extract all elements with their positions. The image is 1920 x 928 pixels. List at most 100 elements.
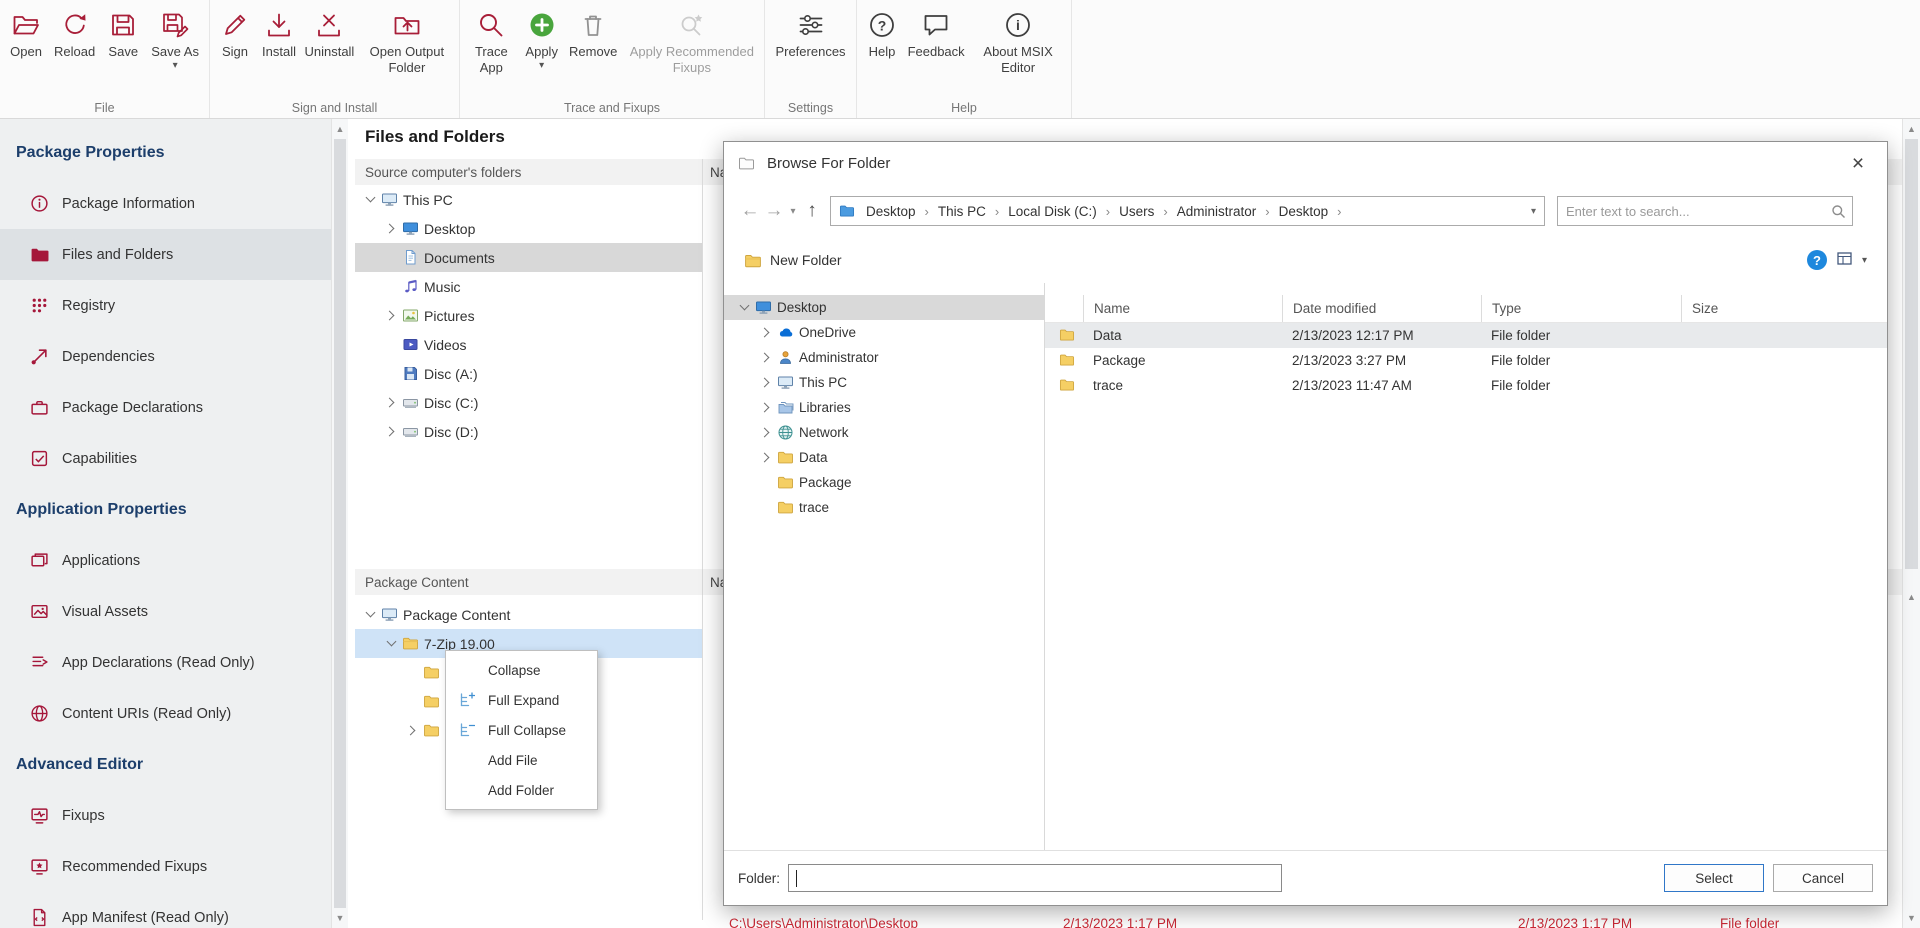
sidebar-item-dependencies[interactable]: Dependencies [0,331,331,382]
apply-recommended-fixups-button[interactable]: Apply Recommended Fixups [624,7,760,79]
sidebar-item-package-information[interactable]: Package Information [0,178,331,229]
chevron-down-icon[interactable] [736,299,753,316]
help-icon[interactable]: ? [1807,250,1827,270]
sidebar-item-app-manifest[interactable]: App Manifest (Read Only) [0,892,331,928]
view-options-caret-icon[interactable]: ▾ [1862,255,1867,266]
chevron-down-icon[interactable] [383,635,400,652]
feedback-button[interactable]: Feedback [905,7,967,62]
back-icon[interactable]: ← [738,200,762,222]
sign-button[interactable]: Sign [214,7,256,62]
scrollbar-thumb[interactable] [334,139,346,908]
size-column-header[interactable]: Size [1681,295,1887,322]
scroll-down-icon[interactable]: ▼ [332,910,348,926]
tree-item-this-pc[interactable]: This PC [355,185,702,214]
sidebar-item-capabilities[interactable]: Capabilities [0,433,331,484]
tree-item-network[interactable]: Network [724,420,1044,445]
scroll-down-icon[interactable]: ▼ [1903,910,1920,926]
sidebar-item-registry[interactable]: Registry [0,280,331,331]
up-icon[interactable]: ↑ [800,200,824,222]
sidebar-item-fixups[interactable]: Fixups [0,790,331,841]
select-button[interactable]: Select [1664,864,1764,892]
sidebar-item-package-declarations[interactable]: Package Declarations [0,382,331,433]
forward-icon[interactable]: → [762,200,786,222]
breadcrumb-item[interactable]: Local Disk (C:) [1006,204,1099,219]
tree-item-administrator[interactable]: Administrator [724,345,1044,370]
about-msix-editor-button[interactable]: i About MSIX Editor [969,7,1067,79]
list-row-data[interactable]: Data 2/13/2023 12:17 PM File folder [1045,323,1887,348]
breadcrumb-dropdown-icon[interactable]: ▾ [1531,206,1536,217]
menu-item-full-expand[interactable]: Full Expand [446,685,597,715]
tree-item-desktop[interactable]: Desktop [355,214,702,243]
breadcrumb-item[interactable]: This PC [936,204,988,219]
save-button[interactable]: Save [102,7,144,62]
list-row-package[interactable]: Package 2/13/2023 3:27 PM File folder [1045,348,1887,373]
scroll-up-icon[interactable]: ▲ [1903,121,1920,137]
sidebar-item-content-uris[interactable]: Content URIs (Read Only) [0,688,331,739]
tree-item-disc-a[interactable]: Disc (A:) [355,359,702,388]
install-button[interactable]: Install [258,7,300,62]
chevron-down-icon[interactable] [362,191,379,208]
apply-button[interactable]: Apply ▾ [521,7,563,73]
window-scrollbar[interactable]: ▲ ▲ ▼ [1902,119,1920,928]
breadcrumb-item[interactable]: Administrator [1175,204,1259,219]
menu-item-full-collapse[interactable]: Full Collapse [446,715,597,745]
cancel-button[interactable]: Cancel [1773,864,1873,892]
tree-item-package[interactable]: Package [724,470,1044,495]
open-button[interactable]: Open [5,7,47,62]
list-row-trace[interactable]: trace 2/13/2023 11:47 AM File folder [1045,373,1887,398]
chevron-right-icon[interactable] [404,722,421,739]
chevron-right-icon[interactable] [758,324,775,341]
chevron-right-icon[interactable] [758,399,775,416]
sidebar-item-files-and-folders[interactable]: Files and Folders [0,229,331,280]
tree-item-onedrive[interactable]: OneDrive [724,320,1044,345]
scroll-up-icon[interactable]: ▲ [332,121,348,137]
close-icon[interactable]: × [1843,149,1873,179]
dialog-title-bar[interactable]: Browse For Folder × [724,142,1887,185]
reload-button[interactable]: Reload [49,7,100,62]
tree-item-disc-c[interactable]: Disc (C:) [355,388,702,417]
breadcrumb[interactable]: Desktop› This PC› Local Disk (C:)› Users… [830,196,1545,226]
menu-item-add-file[interactable]: Add File [446,745,597,775]
tree-item-data[interactable]: Data [724,445,1044,470]
menu-item-collapse[interactable]: Collapse [446,655,597,685]
tree-item-music[interactable]: Music [355,272,702,301]
chevron-right-icon[interactable] [758,374,775,391]
search-box[interactable] [1557,196,1853,226]
menu-item-add-folder[interactable]: Add Folder [446,775,597,805]
search-input[interactable] [1558,197,1852,225]
chevron-down-icon[interactable]: ▾ [173,61,178,71]
sidebar-scrollbar[interactable]: ▲ ▼ [331,119,348,928]
help-button[interactable]: ? Help [861,7,903,62]
chevron-right-icon[interactable] [758,449,775,466]
chevron-right-icon[interactable] [383,394,400,411]
tree-item-this-pc[interactable]: This PC [724,370,1044,395]
breadcrumb-item[interactable]: Users [1117,204,1156,219]
uninstall-button[interactable]: Uninstall [302,7,357,62]
chevron-right-icon[interactable] [758,424,775,441]
sidebar-item-recommended-fixups[interactable]: Recommended Fixups [0,841,331,892]
breadcrumb-item[interactable]: Desktop [1277,204,1331,219]
folder-input-wrap[interactable] [788,864,1282,892]
date-modified-column-header[interactable]: Date modified [1282,295,1481,322]
tree-item-desktop[interactable]: Desktop [724,295,1044,320]
tree-item-videos[interactable]: Videos [355,330,702,359]
type-column-header[interactable]: Type [1481,295,1681,322]
sidebar-item-visual-assets[interactable]: Visual Assets [0,586,331,637]
chevron-down-icon[interactable] [362,606,379,623]
breadcrumb-item[interactable]: Desktop [864,204,918,219]
trace-app-button[interactable]: Trace App [464,7,519,79]
folder-input[interactable] [789,865,1281,891]
icon-column-header[interactable] [1045,295,1083,322]
new-folder-button[interactable]: New Folder [744,252,842,269]
preferences-button[interactable]: Preferences [770,7,850,62]
scrollbar-thumb[interactable] [1905,139,1918,569]
tree-item-disc-d[interactable]: Disc (D:) [355,417,702,446]
sidebar-item-app-declarations[interactable]: App Declarations (Read Only) [0,637,331,688]
history-caret-icon[interactable]: ▾ [786,206,800,217]
chevron-right-icon[interactable] [383,423,400,440]
view-options-icon[interactable] [1836,250,1853,270]
open-output-folder-button[interactable]: Open Output Folder [359,7,455,79]
name-column-header[interactable]: Name [1083,295,1282,322]
scroll-up-icon[interactable]: ▲ [1903,589,1920,605]
chevron-right-icon[interactable] [383,220,400,237]
